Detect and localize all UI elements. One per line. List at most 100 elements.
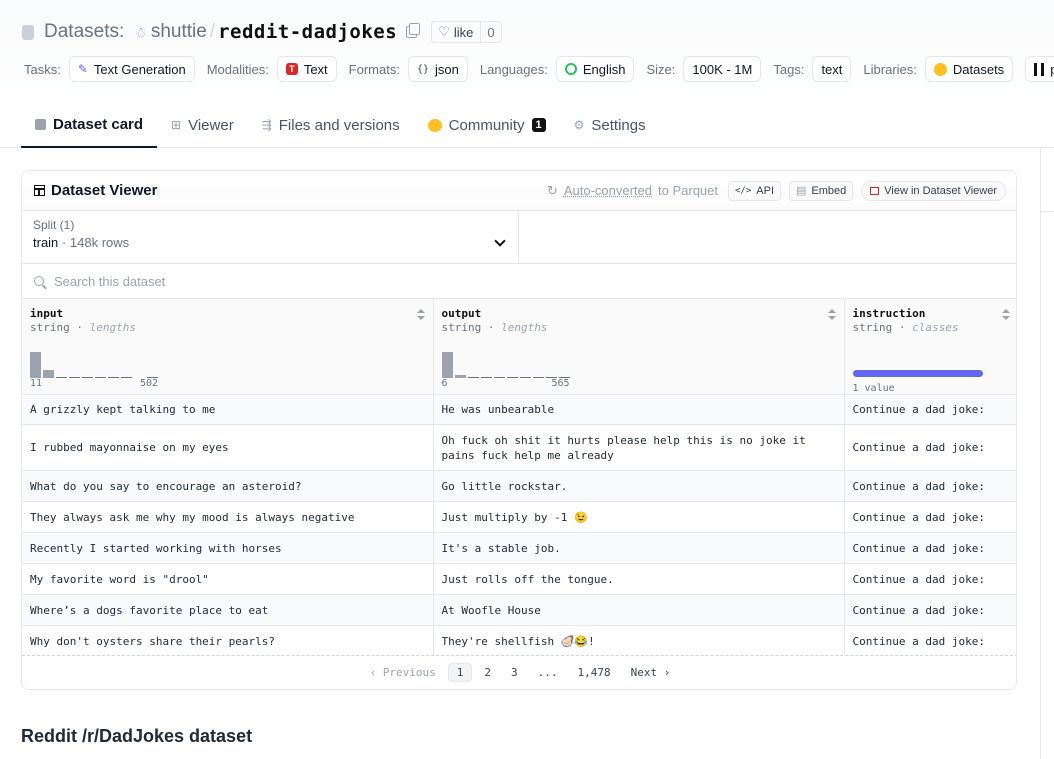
auto-converted-link[interactable]: Auto-converted: [564, 183, 652, 198]
column-name: output: [441, 307, 482, 320]
table-cell[interactable]: Continue a dad joke:: [843, 501, 1016, 533]
table-cell[interactable]: Where’s a dogs favorite place to eat: [22, 594, 433, 626]
viewer-header: Dataset Viewer ↻ Auto-converted to Parque…: [22, 171, 1016, 211]
split-selector[interactable]: Split (1) train · 148k rows: [22, 211, 519, 263]
tasks-key: Tasks:: [24, 61, 61, 77]
table-cell[interactable]: At Woofle House: [432, 594, 844, 626]
table-row[interactable]: What do you say to encourage an asteroid…: [22, 470, 1016, 502]
tab-files[interactable]: ⇶ Files and versions: [248, 102, 414, 148]
table-row[interactable]: Where’s a dogs favorite place to eat At W…: [22, 594, 1016, 626]
table-cell[interactable]: Just multiply by -1 😉: [432, 501, 844, 533]
copy-icon[interactable]: [406, 23, 421, 38]
tag-size[interactable]: 100K - 1M: [683, 56, 762, 82]
view-in-viewer-button[interactable]: View in Dataset Viewer: [861, 180, 1006, 201]
table-cell[interactable]: I rubbed mayonnaise on my eyes: [22, 424, 433, 471]
table-cell[interactable]: They always ask me why my mood is always…: [22, 501, 433, 533]
histogram-bar[interactable]: [441, 352, 453, 378]
table-row[interactable]: Why don't oysters share their pearls? The…: [22, 625, 1016, 657]
split-row: Split (1) train · 148k rows: [22, 211, 1016, 264]
tag-text[interactable]: text: [812, 56, 852, 82]
column-header-output[interactable]: output string · lengths 6 565: [432, 299, 844, 395]
histogram-min: 11: [30, 378, 43, 389]
table-cell[interactable]: What do you say to encourage an asteroid…: [22, 470, 433, 502]
column-header-instruction[interactable]: instruction string · classes 1 value: [843, 299, 1016, 395]
table-row[interactable]: Recently I started working with horses It…: [22, 532, 1016, 564]
table-cell[interactable]: Continue a dad joke:: [843, 625, 1016, 657]
table-cell[interactable]: Continue a dad joke:: [843, 563, 1016, 595]
table-row[interactable]: My favorite word is "drool" Just rolls of…: [22, 563, 1016, 595]
table-cell[interactable]: Oh fuck oh shit it hurts please help thi…: [432, 424, 844, 471]
owner-link[interactable]: shuttie: [151, 21, 207, 43]
page-3-button[interactable]: 3: [503, 664, 526, 681]
data-table: input string · lengths 11 502 output str…: [22, 299, 1016, 657]
tag-library-pandas-label: panda: [1050, 61, 1054, 77]
split-rows: 148k rows: [69, 235, 130, 250]
api-button-label: API: [756, 184, 775, 197]
embed-button[interactable]: ▤ Embed: [789, 180, 854, 201]
table-cell[interactable]: Just rolls off the tongue.: [432, 563, 844, 595]
class-distribution-bar[interactable]: [852, 370, 983, 377]
tab-dataset-card[interactable]: Dataset card: [21, 102, 158, 148]
table-cell[interactable]: Continue a dad joke:: [843, 532, 1016, 564]
table-cell[interactable]: Recently I started working with horses: [22, 532, 433, 564]
tag-modality[interactable]: T Text: [276, 56, 337, 82]
table-cell[interactable]: Why don't oysters share their pearls?: [22, 625, 433, 657]
like-label: like: [453, 24, 474, 40]
table-row[interactable]: They always ask me why my mood is always…: [22, 501, 1016, 533]
tag-library-pandas[interactable]: panda: [1025, 56, 1054, 82]
hugging-face-icon: [933, 62, 947, 76]
table-cell[interactable]: Continue a dad joke:: [843, 394, 1016, 425]
table-cell[interactable]: Go little rockstar.: [432, 470, 844, 502]
community-badge: 1: [531, 118, 546, 132]
table-cell[interactable]: They're shellfish 🦪😂!: [432, 625, 844, 657]
tab-settings[interactable]: ⚙ Settings: [560, 102, 660, 148]
like-button[interactable]: ♡ like 0: [431, 21, 502, 43]
tag-language[interactable]: English: [555, 56, 635, 82]
dataset-viewer: Dataset Viewer ↻ Auto-converted to Parque…: [21, 170, 1017, 690]
sort-icon[interactable]: [827, 309, 836, 320]
previous-page-button[interactable]: ‹ Previous: [362, 664, 444, 681]
column-stat: lengths: [501, 321, 548, 334]
column-type-row: string · lengths: [441, 321, 548, 334]
next-page-button[interactable]: Next ›: [623, 664, 679, 681]
page-2-button[interactable]: 2: [476, 664, 499, 681]
histogram-axis: 11 502: [30, 378, 425, 390]
column-stat: classes: [912, 321, 959, 334]
table-cell[interactable]: It's a stable job.: [432, 532, 844, 564]
table-row[interactable]: A grizzly kept talking to me He was unbea…: [22, 394, 1016, 425]
histogram-min: 6: [441, 378, 448, 389]
table-cell[interactable]: Continue a dad joke:: [843, 594, 1016, 626]
tag-language-label: English: [582, 61, 626, 77]
table-cell[interactable]: Continue a dad joke:: [843, 424, 1016, 471]
sort-icon[interactable]: [416, 309, 425, 320]
database-icon: [22, 24, 34, 40]
histogram-bar[interactable]: [43, 370, 54, 378]
table-cell[interactable]: My favorite word is "drool": [22, 563, 433, 595]
histogram-bar[interactable]: [30, 352, 41, 378]
pagination: ‹ Previous 1 2 3 ... 1,478 Next ›: [22, 655, 1016, 689]
tab-viewer[interactable]: ⊞ Viewer: [157, 102, 248, 148]
tab-community[interactable]: Community 1: [414, 102, 560, 148]
tab-settings-label: Settings: [591, 116, 646, 134]
search-bar: [22, 264, 1016, 299]
table-cell[interactable]: He was unbearable: [432, 394, 844, 425]
table-cell[interactable]: Continue a dad joke:: [843, 470, 1016, 502]
tab-viewer-label: Viewer: [188, 116, 234, 134]
table-row[interactable]: I rubbed mayonnaise on my eyes Oh fuck oh…: [22, 424, 1016, 471]
text-modality-icon: T: [285, 63, 298, 75]
column-name: instruction: [852, 307, 926, 320]
tag-format[interactable]: {} json: [407, 56, 468, 82]
table-cell[interactable]: A grizzly kept talking to me: [22, 394, 433, 425]
column-header-input[interactable]: input string · lengths 11 502: [22, 299, 433, 395]
datasets-label[interactable]: Datasets:: [44, 21, 124, 43]
repo-title-row: Datasets: ☃ shuttie / reddit-dadjokes ♡ l…: [22, 18, 502, 46]
table-icon: ⊞: [171, 118, 182, 132]
api-button[interactable]: </> API: [728, 180, 782, 201]
search-input[interactable]: [54, 273, 454, 289]
repo-name[interactable]: reddit-dadjokes: [218, 21, 397, 43]
sort-icon[interactable]: [1002, 309, 1010, 320]
tag-task[interactable]: ✎ Text Generation: [68, 56, 195, 82]
page-1-button[interactable]: 1: [447, 663, 473, 682]
tag-library-datasets[interactable]: Datasets: [924, 56, 1014, 82]
last-page-button[interactable]: 1,478: [570, 664, 619, 681]
